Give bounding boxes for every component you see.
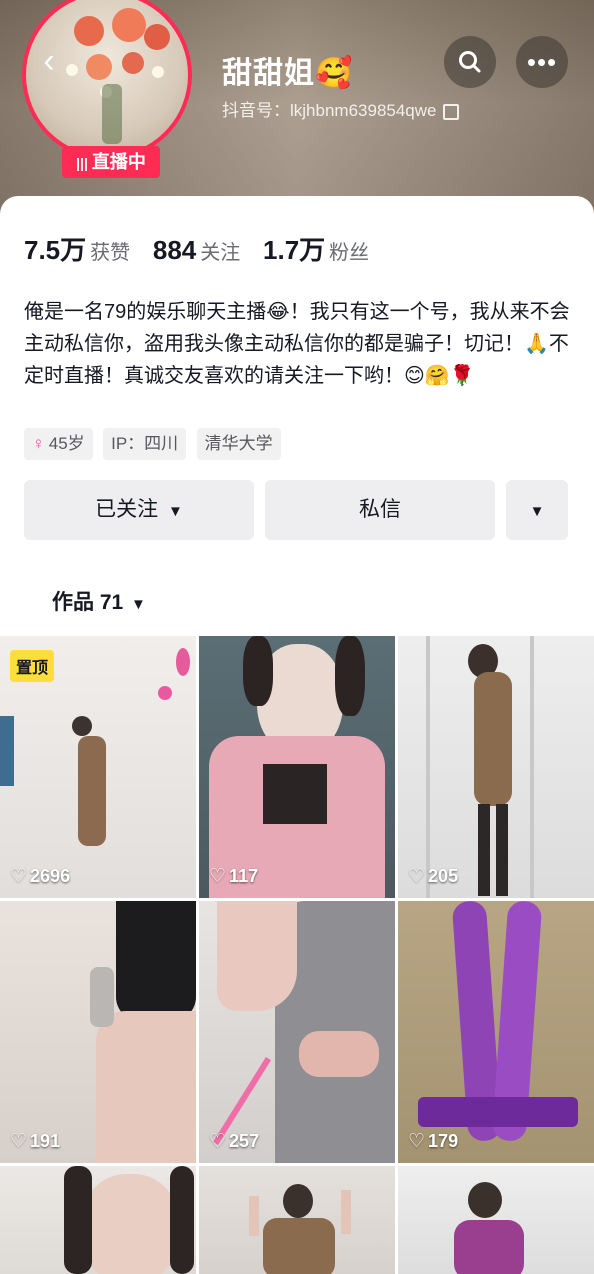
heart-icon: ♡ <box>209 866 227 887</box>
like-count: ♡ 205 <box>408 866 459 887</box>
stat-likes[interactable]: 7.5万 获赞 <box>24 230 130 267</box>
stat-following[interactable]: 884 关注 <box>153 235 240 266</box>
bio-text: 俺是一名79的娱乐聊天主播😂！我只有这一个号，我从来不会主动私信你，盗用我头像主… <box>24 301 570 387</box>
heart-icon: ♡ <box>209 1131 227 1152</box>
video-thumb[interactable]: ♡ 257 <box>199 901 395 1163</box>
search-button[interactable] <box>444 36 496 88</box>
age-tag: ♀ 45岁 <box>24 428 93 460</box>
video-grid: 置顶 ♡ 2696 ♡ 117 ♡ 205 ♡ 191 ♡ 257 ♡ 179 <box>0 636 594 1274</box>
profile-card: 7.5万 获赞 884 关注 1.7万 粉丝 俺是一名79的娱乐聊天主播😂！我只有这一… <box>0 196 594 636</box>
douyin-id[interactable]: 抖音号：lkjhbnm639854qwe <box>222 96 459 121</box>
live-bars-icon: ||| <box>76 155 88 171</box>
copy-icon[interactable] <box>442 103 459 120</box>
caret-down-icon: ▼ <box>167 503 183 520</box>
back-button[interactable]: ‹ <box>26 38 72 84</box>
live-badge[interactable]: ||| 直播中 <box>62 146 160 178</box>
female-icon: ♀ <box>32 434 45 453</box>
video-thumb[interactable]: ♡ 205 <box>398 636 594 898</box>
expand-button[interactable]: ▼ <box>506 480 568 540</box>
pinned-badge: 置顶 <box>10 650 55 682</box>
like-count: ♡ 191 <box>10 1131 61 1152</box>
video-thumb[interactable]: 置顶 ♡ 2696 <box>0 636 196 898</box>
video-thumb[interactable]: ♡ 117 <box>199 636 395 898</box>
heart-icon: ♡ <box>408 1131 426 1152</box>
heart-icon: ♡ <box>408 866 426 887</box>
like-count: ♡ 2696 <box>10 866 71 887</box>
more-icon: ••• <box>526 47 558 77</box>
ip-tag: IP：四川 <box>103 428 187 460</box>
tab-works[interactable]: 作品 71 ▼ <box>52 586 146 616</box>
nickname: 甜甜姐🥰 <box>222 57 354 90</box>
video-thumb[interactable] <box>0 1166 196 1274</box>
followed-button[interactable]: 已关注 ▼ <box>24 480 254 540</box>
video-thumb[interactable] <box>398 1166 594 1274</box>
message-button[interactable]: 私信 <box>265 480 495 540</box>
video-thumb[interactable]: ♡ 179 <box>398 901 594 1163</box>
chevron-left-icon: ‹ <box>43 42 55 80</box>
video-thumb[interactable]: ♡ 191 <box>0 901 196 1163</box>
tag-row: ♀ 45岁 IP：四川 清华大学 <box>24 428 287 460</box>
like-count: ♡ 257 <box>209 1131 260 1152</box>
stats-row: 7.5万 获赞 884 关注 1.7万 粉丝 <box>24 230 387 267</box>
school-tag[interactable]: 清华大学 <box>196 428 281 460</box>
like-count: ♡ 117 <box>209 866 259 887</box>
stat-followers[interactable]: 1.7万 粉丝 <box>263 230 369 267</box>
caret-down-icon: ▼ <box>529 503 545 520</box>
video-thumb[interactable] <box>199 1166 395 1274</box>
heart-icon: ♡ <box>10 866 28 887</box>
heart-icon: ♡ <box>10 1131 28 1152</box>
like-count: ♡ 179 <box>408 1131 459 1152</box>
more-button[interactable]: ••• <box>516 36 568 88</box>
search-icon <box>459 51 481 73</box>
caret-down-icon: ▼ <box>131 596 146 613</box>
